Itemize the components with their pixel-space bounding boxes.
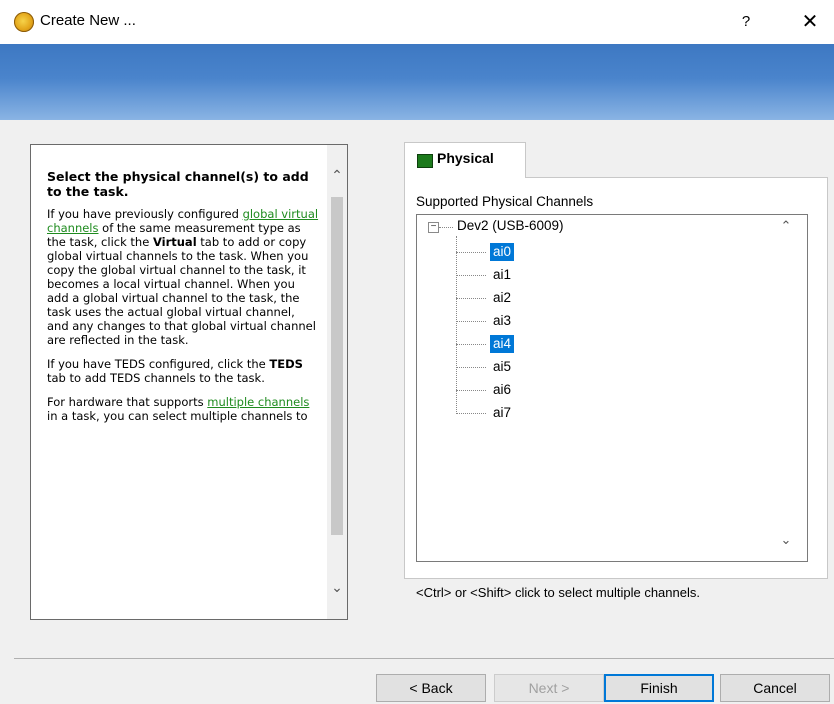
help-text-run: If you have TEDS configured, click the [47, 357, 270, 371]
help-scroll-thumb[interactable] [331, 197, 343, 535]
supported-channels-label: Supported Physical Channels [416, 194, 594, 209]
tab-physical[interactable]: Physical [404, 142, 526, 178]
device-node[interactable]: Dev2 (USB-6009) [457, 218, 564, 233]
help-text-run: in a task, you can select multiple chann… [47, 409, 308, 423]
channel-item-ai1[interactable]: ai1 [456, 265, 556, 285]
help-text-run: For hardware that supports [47, 395, 208, 409]
title-bar: Create New ... ? ✕ [0, 0, 834, 44]
help-text: Select the physical channel(s) to add to… [47, 169, 319, 433]
tree-connector [456, 367, 486, 368]
help-text-run: tab to add TEDS channels to the task. [47, 371, 265, 385]
channel-label: ai0 [490, 243, 515, 261]
physical-channel-icon [417, 154, 433, 168]
help-bold-teds: TEDS [269, 357, 303, 371]
help-paragraph-teds: If you have TEDS configured, click the T… [47, 357, 319, 385]
tree-connector [456, 413, 486, 414]
help-button[interactable]: ? [734, 10, 758, 34]
divider [14, 658, 834, 659]
channel-label: ai7 [493, 405, 512, 420]
channel-label: ai1 [493, 267, 512, 282]
finish-button[interactable]: Finish [604, 674, 714, 702]
channel-label: ai2 [493, 290, 512, 305]
channel-label: ai5 [493, 359, 512, 374]
header-banner [0, 44, 834, 120]
channel-item-ai0[interactable]: ai0 [456, 242, 556, 262]
tree-connector [456, 275, 486, 276]
tree-connector [456, 298, 486, 299]
tree-connector [439, 227, 453, 228]
channel-item-ai3[interactable]: ai3 [456, 311, 556, 331]
scroll-up-icon[interactable]: ⌃ [327, 167, 347, 191]
tab-physical-label: Physical [437, 150, 494, 166]
channel-item-ai2[interactable]: ai2 [456, 288, 556, 308]
cancel-button[interactable]: Cancel [720, 674, 830, 702]
tree-connector [456, 390, 486, 391]
help-text-run: tab to add or copy global virtual channe… [47, 235, 316, 347]
help-paragraph-multiple: For hardware that supports multiple chan… [47, 395, 319, 423]
help-paragraph-virtual: If you have previously configured global… [47, 207, 319, 347]
channel-label: ai4 [490, 335, 515, 353]
collapse-icon[interactable]: − [428, 222, 439, 233]
tree-scroll-up-icon[interactable]: ⌃ [778, 218, 794, 238]
multi-select-hint: <Ctrl> or <Shift> click to select multip… [416, 585, 700, 600]
channel-label: ai6 [493, 382, 512, 397]
channel-item-ai4[interactable]: ai4 [456, 334, 556, 354]
help-heading: Select the physical channel(s) to add to… [47, 169, 309, 199]
scroll-down-icon[interactable]: ⌄ [327, 579, 347, 603]
app-icon [14, 12, 34, 32]
back-button[interactable]: < Back [376, 674, 486, 702]
help-text-run: If you have previously configured [47, 207, 243, 221]
tree-connector [456, 344, 486, 345]
channel-item-ai7[interactable]: ai7 [456, 403, 556, 423]
tree-connector [456, 321, 486, 322]
help-bold-virtual: Virtual [152, 235, 197, 249]
multiple-channels-link[interactable]: multiple channels [207, 395, 309, 409]
channel-label: ai3 [493, 313, 512, 328]
close-button[interactable]: ✕ [796, 8, 824, 36]
channel-item-ai6[interactable]: ai6 [456, 380, 556, 400]
next-button[interactable]: Next > [494, 674, 604, 702]
help-panel: Select the physical channel(s) to add to… [30, 144, 348, 620]
tree-connector [456, 252, 486, 253]
window-title: Create New ... [40, 12, 136, 29]
tree-scroll-down-icon[interactable]: ⌄ [778, 532, 794, 552]
channel-item-ai5[interactable]: ai5 [456, 357, 556, 377]
